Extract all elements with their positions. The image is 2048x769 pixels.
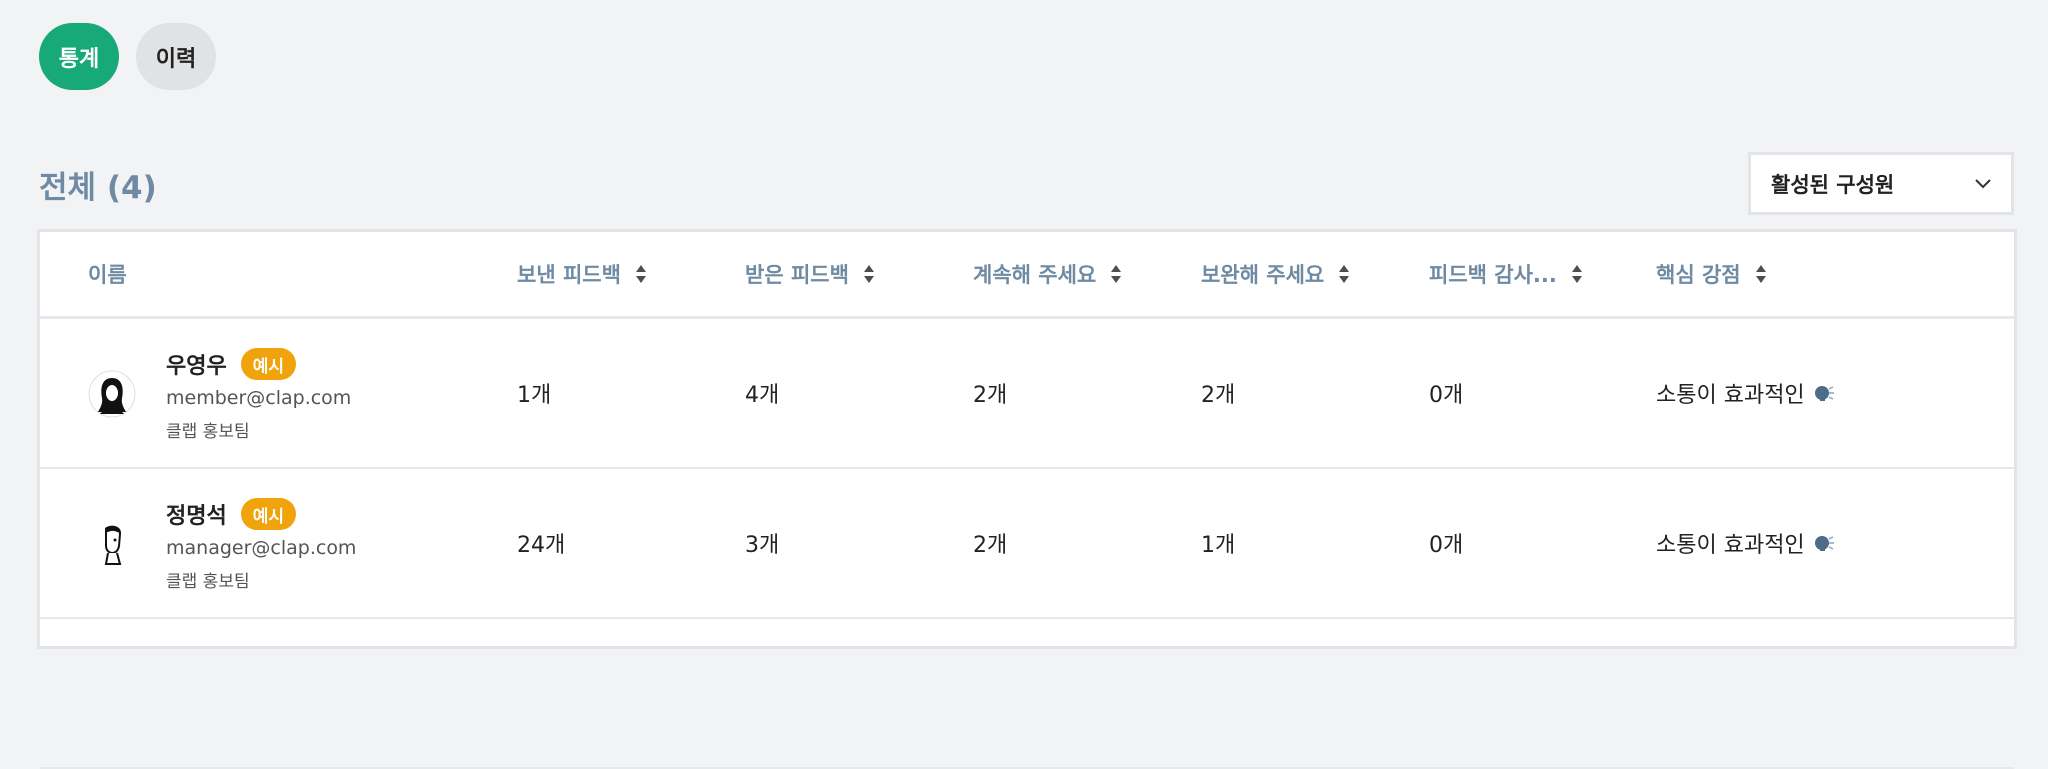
member-email: member@clap.com xyxy=(166,387,352,409)
member-info: 우영우 예시 member@clap.com 클랩 홍보팀 xyxy=(166,347,351,442)
sort-icon xyxy=(1339,265,1350,283)
speaking-head-icon xyxy=(1814,536,1834,551)
sent-count: 24개 xyxy=(517,533,566,558)
sort-icon xyxy=(863,265,874,283)
improve-count: 1개 xyxy=(1201,533,1236,558)
thanks-count: 0개 xyxy=(1429,533,1464,558)
received-count: 4개 xyxy=(745,383,780,408)
keep-count: 2개 xyxy=(973,533,1008,558)
view-tabs: 통계 이력 xyxy=(39,23,216,90)
section-title: 전체 (4) xyxy=(39,170,157,206)
member-team: 클랩 홍보팀 xyxy=(166,572,250,592)
member-filter-dropdown[interactable]: 활성된 구성원 xyxy=(1748,152,2014,215)
tab-history[interactable]: 이력 xyxy=(136,23,216,90)
member-filter-value: 활성된 구성원 xyxy=(1771,172,1895,197)
core-strength-label: 소통이 효과적인 xyxy=(1656,533,1805,558)
column-header-thanks[interactable]: 피드백 감사... xyxy=(1429,232,1583,316)
avatar xyxy=(88,520,136,568)
chevron-down-icon xyxy=(1975,176,1991,192)
sort-icon xyxy=(635,265,646,283)
received-count: 3개 xyxy=(745,533,780,558)
table-row[interactable] xyxy=(40,619,2014,769)
column-header-keep[interactable]: 계속해 주세요 xyxy=(973,232,1122,316)
sort-icon xyxy=(1571,265,1582,283)
tab-statistics[interactable]: 통계 xyxy=(39,23,119,90)
example-badge: 예시 xyxy=(240,498,297,530)
sort-icon xyxy=(1755,265,1766,283)
table-row[interactable]: 우영우 예시 member@clap.com 클랩 홍보팀 1개 4개 2개 2… xyxy=(40,319,2014,469)
member-stats-table: 이름 보낸 피드백 받은 피드백 계속해 주세요 보완해 주세요 피드백 감사.… xyxy=(37,229,2017,769)
speaking-head-icon xyxy=(1814,386,1834,401)
member-info: 정명석 예시 manager@clap.com 클랩 홍보팀 xyxy=(166,497,356,592)
table-row[interactable]: 정명석 예시 manager@clap.com 클랩 홍보팀 24개 3개 2개… xyxy=(40,469,2014,619)
avatar xyxy=(88,370,136,418)
example-badge: 예시 xyxy=(240,348,297,380)
improve-count: 2개 xyxy=(1201,383,1236,408)
column-header-name: 이름 xyxy=(88,263,127,287)
member-email: manager@clap.com xyxy=(166,537,357,559)
column-header-strength[interactable]: 핵심 강점 xyxy=(1656,232,1767,316)
column-header-received[interactable]: 받은 피드백 xyxy=(745,232,875,316)
table-header: 이름 보낸 피드백 받은 피드백 계속해 주세요 보완해 주세요 피드백 감사.… xyxy=(40,232,2014,319)
sort-icon xyxy=(1111,265,1122,283)
member-name: 우영우 xyxy=(166,354,227,379)
sent-count: 1개 xyxy=(517,383,552,408)
member-name: 정명석 xyxy=(166,504,227,529)
keep-count: 2개 xyxy=(973,383,1008,408)
member-team: 클랩 홍보팀 xyxy=(166,422,250,442)
thanks-count: 0개 xyxy=(1429,383,1464,408)
column-header-sent[interactable]: 보낸 피드백 xyxy=(517,232,647,316)
column-header-improve[interactable]: 보완해 주세요 xyxy=(1201,232,1350,316)
core-strength-label: 소통이 효과적인 xyxy=(1656,383,1805,408)
core-strength: 소통이 효과적인 xyxy=(1656,319,1835,467)
core-strength: 소통이 효과적인 xyxy=(1656,469,1835,617)
